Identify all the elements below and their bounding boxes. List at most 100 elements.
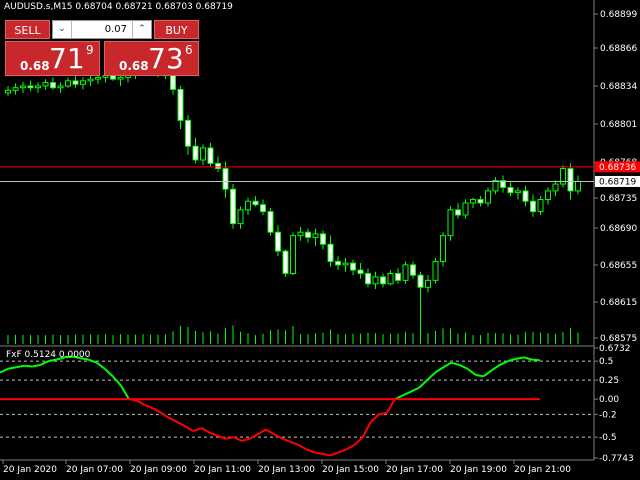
oscillator-segment — [265, 428, 275, 435]
oscillator-segment — [305, 448, 315, 454]
time-tick-label: 20 Jan 09:00 — [130, 465, 187, 475]
candle-body — [357, 269, 364, 274]
candle-body — [12, 87, 19, 91]
candle-body — [222, 168, 229, 190]
candle-body — [402, 264, 409, 281]
candle-body — [537, 199, 544, 213]
candle-body — [65, 80, 71, 87]
oscillator-segment — [466, 367, 477, 376]
candle-body — [297, 231, 304, 237]
candle-body — [365, 272, 371, 285]
candle-body — [42, 82, 49, 87]
candle-body — [177, 88, 184, 121]
candle-body — [117, 76, 124, 80]
candle-body — [50, 82, 56, 89]
candle-body — [372, 276, 379, 285]
candle-body — [170, 75, 176, 90]
oscillator-segment — [475, 373, 484, 378]
oscillator-segment — [370, 413, 380, 423]
candle-body — [335, 260, 341, 266]
oscillator-segment — [88, 358, 98, 364]
candle-body — [87, 78, 94, 82]
buy-price-prefix: 0.68 — [119, 59, 149, 73]
oscillator-tick-label: 0.25 — [599, 376, 619, 386]
oscillator-segment — [451, 361, 460, 366]
candle-body — [447, 209, 454, 237]
buy-button[interactable]: BUY — [154, 20, 199, 39]
candle-body — [312, 233, 319, 238]
oscillator-segment — [434, 366, 444, 374]
oscillator-segment — [499, 360, 509, 366]
oscillator-segment — [112, 375, 122, 387]
oscillator-segment — [184, 425, 194, 432]
oscillator-segment — [410, 386, 420, 393]
oscillator-tick-label: 0.6732 — [599, 344, 631, 354]
lot-dropdown-icon[interactable]: ⌄ — [53, 21, 72, 38]
price-tick-label: 0.68575 — [600, 334, 637, 344]
candle-body — [507, 186, 514, 194]
candle-body — [35, 85, 41, 89]
candle-body — [417, 274, 424, 288]
oscillator-segment — [418, 379, 428, 389]
oscillator-segment — [160, 412, 170, 419]
candle-body — [387, 272, 394, 285]
price-tick-label: 0.68866 — [600, 44, 637, 54]
oscillator-segment — [225, 436, 234, 440]
candle-body — [237, 209, 244, 225]
oscillator-segment — [353, 436, 364, 446]
candle-body — [462, 202, 469, 216]
price-tick-label: 0.68801 — [600, 120, 637, 130]
oscillator-segment — [330, 451, 339, 457]
candle-body — [380, 276, 386, 285]
candle-body — [5, 89, 11, 94]
price-tick-label: 0.68899 — [600, 10, 637, 20]
ask-price-label: 0.68736 — [599, 163, 636, 173]
oscillator-segment — [273, 433, 283, 440]
candle-body — [477, 199, 484, 204]
lot-size-value[interactable]: 0.07 — [105, 21, 127, 38]
price-tick-label: 0.68690 — [600, 224, 637, 234]
candle-body — [27, 85, 34, 89]
oscillator-label: FxF 0.5124 0.0000 — [6, 350, 91, 360]
candle-body — [275, 231, 281, 252]
sell-price-button[interactable]: 0.68 71 9 — [5, 41, 100, 76]
oscillator-levels — [0, 355, 594, 457]
price-tick-label: 0.68735 — [600, 194, 637, 204]
candle-body — [95, 76, 101, 80]
oscillator-segment — [361, 421, 372, 438]
sell-price-fraction: 9 — [86, 43, 94, 57]
oscillator-segment — [442, 361, 452, 369]
candle-body — [530, 200, 536, 213]
lot-size-field[interactable]: ⌄ 0.07 ⌃ — [52, 20, 152, 39]
buy-price-button[interactable]: 0.68 73 6 — [104, 41, 199, 76]
candle-body — [185, 119, 191, 147]
oscillator-segment — [144, 404, 154, 410]
oscillator-segment — [120, 384, 130, 400]
oscillator-segment — [289, 440, 299, 446]
oscillator-segment — [281, 437, 291, 443]
candle-body — [485, 190, 491, 204]
sell-button[interactable]: SELL — [5, 20, 50, 39]
oscillator-segment — [176, 421, 186, 428]
candle-body — [245, 200, 251, 211]
buy-price-fraction: 6 — [185, 43, 193, 57]
candle-body — [327, 243, 334, 262]
candle-body — [515, 190, 521, 194]
candle-body — [290, 235, 296, 274]
candle-body — [575, 180, 581, 192]
candle-body — [320, 233, 326, 245]
oscillator-tick-label: -0.7743 — [599, 454, 634, 464]
candle-body — [440, 235, 446, 262]
candle-body — [522, 190, 529, 202]
time-tick-label: 20 Jan 15:00 — [322, 465, 379, 475]
candle-body — [260, 204, 266, 213]
candle-body — [552, 183, 559, 192]
oscillator-segment — [136, 399, 146, 407]
candle-body — [267, 211, 274, 233]
bid-price-label: 0.68719 — [599, 177, 636, 187]
candle-body — [230, 188, 236, 225]
oscillator-segment — [24, 364, 33, 368]
time-tick-label: 20 Jan 11:00 — [194, 465, 251, 475]
lot-stepper-icon[interactable]: ⌃ — [132, 21, 151, 38]
oscillator-segment — [386, 398, 396, 414]
